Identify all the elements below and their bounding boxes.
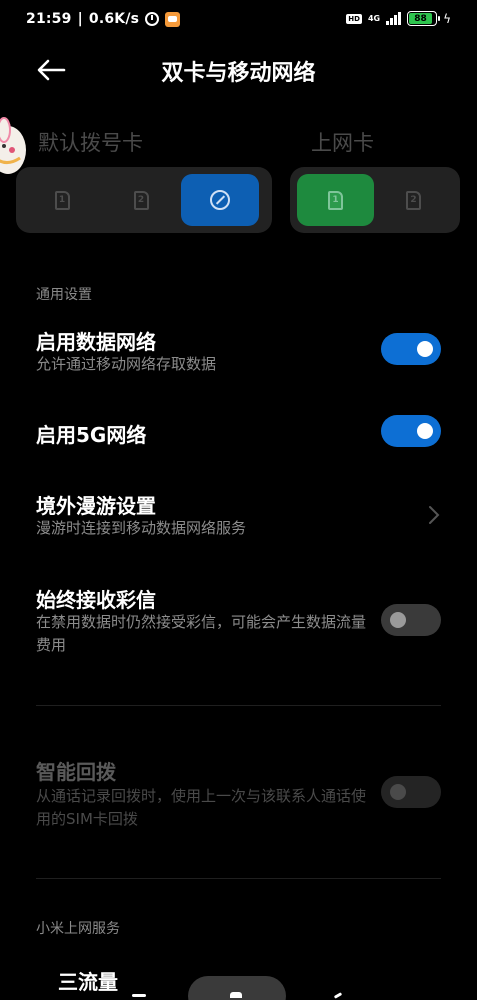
mms-title: 始终接收彩信 (36, 588, 156, 612)
roaming-title: 境外漫游设置 (36, 494, 156, 518)
dial-sim-1-option[interactable]: 1 (23, 174, 101, 226)
enable-data-row[interactable]: 启用数据网络 允许通过移动网络存取数据 (0, 322, 477, 382)
mms-toggle[interactable] (381, 604, 441, 636)
divider (36, 705, 441, 706)
smart-redial-toggle (381, 776, 441, 808)
sim-card-icon: 2 (406, 190, 421, 210)
app-notification-icon (165, 11, 181, 27)
charging-icon: ϟ (443, 11, 451, 26)
default-dial-sim-selector: 1 2 (16, 167, 272, 233)
toggle-knob (417, 423, 433, 439)
enable-5g-title: 启用5G网络 (36, 423, 147, 447)
toggle-knob (417, 341, 433, 357)
data-sim-label: 上网卡 (311, 131, 374, 155)
roaming-subtitle: 漫游时连接到移动数据网络服务 (36, 519, 247, 537)
status-right: HD 4G 88 ϟ (346, 11, 451, 26)
dial-sim-2-option[interactable]: 2 (102, 174, 180, 226)
pencil-circle-icon (210, 190, 230, 210)
back-nav-icon[interactable] (333, 992, 343, 999)
chevron-right-icon (429, 506, 440, 524)
enable-data-subtitle: 允许通过移动网络存取数据 (36, 355, 217, 373)
alarm-icon (145, 12, 160, 26)
toggle-knob (390, 784, 406, 800)
enable-5g-toggle[interactable] (381, 415, 441, 447)
status-time: 21:59 (26, 11, 72, 27)
smart-redial-subtitle: 从通话记录回拨时，使用上一次与该联系人通话使用的SIM卡回拨 (36, 787, 367, 828)
status-bar: 21:59 | 0.6K/s HD 4G 88 ϟ (0, 0, 477, 40)
default-dial-sim-label: 默认拨号卡 (38, 131, 143, 155)
enable-data-title: 启用数据网络 (36, 330, 156, 354)
toggle-knob (390, 612, 406, 628)
sim-card-icon: 1 (54, 190, 70, 210)
status-separator: | (77, 11, 83, 27)
smart-redial-title: 智能回拨 (36, 760, 116, 784)
battery-level: 88 (409, 13, 432, 24)
mms-row[interactable]: 始终接收彩信 在禁用数据时仍然接受彩信，可能会产生数据流量费用 (0, 582, 477, 662)
data-sim-2-option[interactable]: 2 (375, 174, 452, 226)
mms-subtitle: 在禁用数据时仍然接受彩信，可能会产生数据流量费用 (36, 613, 367, 654)
data-sim-selector: 1 2 (290, 167, 460, 233)
home-nav-icon[interactable] (230, 992, 242, 998)
roaming-settings-row[interactable]: 境外漫游设置 漫游时连接到移动数据网络服务 (0, 488, 477, 544)
status-speed: 0.6K/s (88, 11, 140, 27)
hd-icon: HD (346, 13, 362, 24)
section-header-general: 通用设置 (36, 287, 92, 303)
data-sim-1-option[interactable]: 1 (297, 174, 374, 226)
title-bar: 双卡与移动网络 (0, 48, 477, 92)
status-left: 21:59 | 0.6K/s (26, 11, 181, 27)
section-header-xiaomi: 小米上网服务 (36, 921, 120, 937)
sim-card-icon: 1 (328, 190, 343, 210)
enable-data-toggle[interactable] (381, 333, 441, 365)
menu-nav-icon[interactable] (132, 994, 146, 997)
network-type: 4G (367, 13, 381, 23)
smart-redial-row: 智能回拨 从通话记录回拨时，使用上一次与该联系人通话使用的SIM卡回拨 (0, 754, 477, 834)
dial-ask-each-time-option[interactable] (181, 174, 259, 226)
signal-icon (386, 12, 402, 25)
battery-icon: 88 (407, 11, 441, 26)
divider (36, 878, 441, 879)
page-title: 双卡与移动网络 (161, 61, 316, 86)
sim-card-icon: 2 (133, 190, 149, 210)
partial-list-item[interactable]: 三流量 (58, 966, 118, 1000)
enable-5g-row[interactable]: 启用5G网络 (0, 414, 477, 454)
